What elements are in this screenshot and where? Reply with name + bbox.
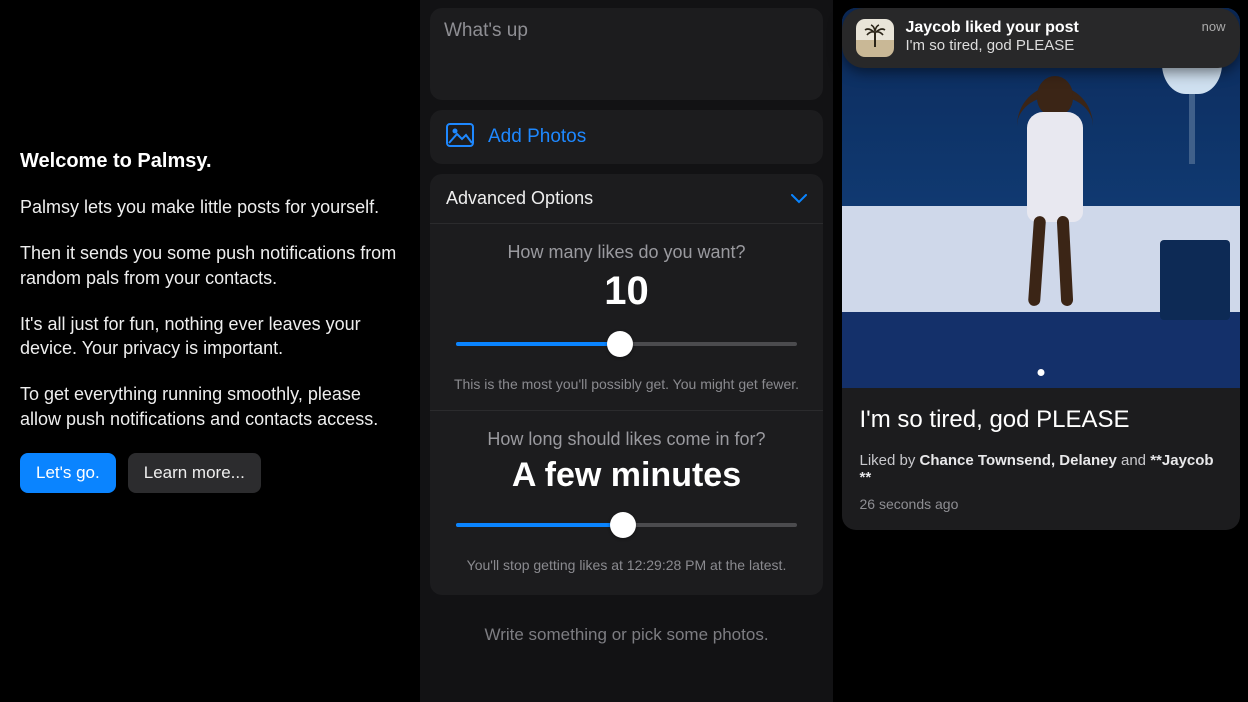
welcome-paragraph-3: It's all just for fun, nothing ever leav… <box>20 312 400 361</box>
chevron-down-icon <box>791 188 807 209</box>
compose-footer-hint: Write something or pick some photos. <box>430 625 823 645</box>
welcome-title: Welcome to Palmsy. <box>20 150 400 173</box>
post-text: I'm so tired, god PLEASE <box>842 388 1240 438</box>
liked-by-prefix: Liked by <box>860 452 920 469</box>
likes-hint: This is the most you'll possibly get. Yo… <box>446 376 807 392</box>
advanced-options-title: Advanced Options <box>446 188 593 209</box>
likes-question: How many likes do you want? <box>446 242 807 263</box>
advanced-options-card: Advanced Options How many likes do you w… <box>430 174 823 595</box>
feed-panel: Jaycob liked your post I'm so tired, god… <box>833 0 1248 702</box>
notification-subtitle: I'm so tired, god PLEASE <box>906 37 1190 54</box>
welcome-paragraph-4: To get everything running smoothly, plea… <box>20 382 400 431</box>
likes-value: 10 <box>446 269 807 314</box>
liked-by-names: Chance Townsend, Delaney <box>920 452 1117 469</box>
welcome-paragraph-1: Palmsy lets you make little posts for yo… <box>20 195 400 219</box>
likes-slider-thumb[interactable] <box>607 331 633 357</box>
post-liked-by: Liked by Chance Townsend, Delaney and **… <box>842 438 1240 490</box>
photo-icon <box>446 123 474 152</box>
push-notification[interactable]: Jaycob liked your post I'm so tired, god… <box>842 8 1240 68</box>
lets-go-button[interactable]: Let's go. <box>20 453 116 493</box>
likes-section: How many likes do you want? 10 This is t… <box>430 224 823 396</box>
likes-slider[interactable] <box>456 324 797 364</box>
duration-slider-thumb[interactable] <box>610 512 636 538</box>
compose-placeholder: What's up <box>444 20 528 41</box>
liked-by-and: and <box>1117 452 1150 469</box>
notification-time: now <box>1202 19 1226 34</box>
duration-question: How long should likes come in for? <box>446 429 807 450</box>
advanced-options-header[interactable]: Advanced Options <box>430 174 823 224</box>
duration-value: A few minutes <box>446 456 807 495</box>
add-photos-label: Add Photos <box>488 126 586 148</box>
page-indicator-dot <box>1037 369 1044 376</box>
post-timestamp: 26 seconds ago <box>842 490 1240 530</box>
post-card[interactable]: I'm so tired, god PLEASE Liked by Chance… <box>842 8 1240 530</box>
add-photos-button[interactable]: Add Photos <box>430 110 823 164</box>
learn-more-button[interactable]: Learn more... <box>128 453 261 493</box>
compose-textarea[interactable]: What's up <box>430 8 823 100</box>
duration-section: How long should likes come in for? A few… <box>430 411 823 577</box>
duration-hint: You'll stop getting likes at 12:29:28 PM… <box>446 557 807 573</box>
compose-panel: What's up Add Photos Advanced Options Ho <box>420 0 833 702</box>
duration-slider-fill <box>456 523 623 527</box>
figure-illustration <box>1009 76 1099 306</box>
notification-title: Jaycob liked your post <box>906 19 1190 37</box>
app-icon <box>856 19 894 57</box>
welcome-paragraph-2: Then it sends you some push notification… <box>20 241 400 290</box>
palm-tree-icon <box>863 21 887 55</box>
welcome-panel: Welcome to Palmsy. Palmsy lets you make … <box>0 0 420 702</box>
likes-slider-fill <box>456 342 620 346</box>
duration-slider[interactable] <box>456 505 797 545</box>
